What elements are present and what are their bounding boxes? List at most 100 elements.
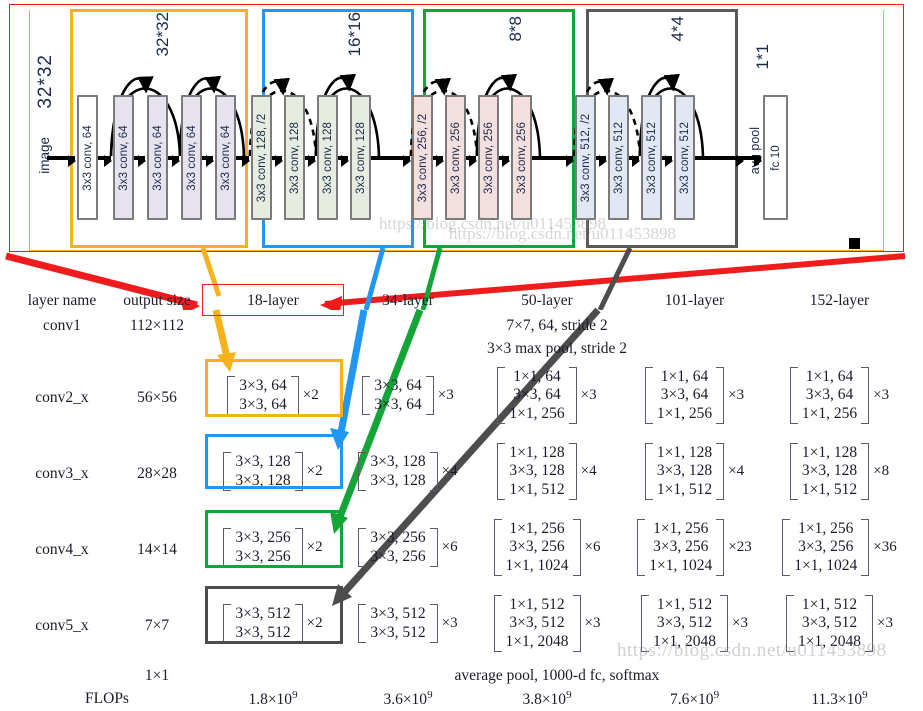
cell-layer-name	[12, 664, 112, 687]
resnet-architecture-diagram: image 32*32 32*32 16*16 8*8 4*4 1*1 avg …	[9, 4, 904, 254]
block-spec-line: 3×3, 128	[370, 471, 426, 489]
table-header-output-size[interactable]: output size	[112, 288, 202, 314]
block-spec-line: 1×1, 2048	[798, 632, 862, 650]
conv-block-label: 3x3 conv, 256	[515, 121, 528, 194]
cell-block-3: 1×1, 64 3×3, 64 1×1, 256 ×3	[622, 360, 767, 436]
cell-block-1: 3×3, 128 3×3, 128 ×4	[344, 436, 472, 512]
cell-layer-name: conv1	[43, 316, 81, 334]
block-spec-line: 1×1, 1024	[794, 556, 858, 574]
cell-block-2: 1×1, 256 3×3, 256 1×1, 1024 ×6	[472, 512, 622, 588]
cell-block-1: 3×3, 512 3×3, 512 ×3	[344, 588, 472, 664]
block-spec-line: 1×1, 1024	[649, 556, 713, 574]
block-spec-line: 3×3, 512	[370, 623, 426, 641]
conv-block-label: 3x3 conv, 256, /2	[416, 113, 429, 202]
block-spec-line: 3×3, 128	[656, 462, 713, 480]
block-repeat-count: ×6	[441, 539, 458, 555]
block-repeat-count: ×3	[437, 387, 454, 403]
block-spec-line: 3×3, 256	[235, 547, 291, 565]
residual-block-spec: 3×3, 512 3×3, 512 ×2	[223, 604, 323, 643]
conv-block-0: 3x3 conv, 64	[77, 95, 98, 220]
table-row: 3×3 max pool, stride 2	[12, 337, 912, 360]
flow-arrow-15	[662, 154, 673, 167]
flow-arrow-4	[236, 154, 250, 167]
cell-block-4: 1×1, 128 3×3, 128 1×1, 512 ×8	[767, 436, 912, 512]
block-spec-line: 3×3, 512	[801, 614, 858, 632]
cell-block-0: 3×3, 256 3×3, 256 ×2	[202, 512, 344, 588]
flops-value-3: 7.6×109	[622, 687, 767, 711]
block-repeat-count: ×3	[873, 387, 890, 403]
block-repeat-count: ×4	[580, 463, 597, 479]
block-spec-line: 1×1, 2048	[653, 632, 717, 650]
block-repeat-count: ×2	[306, 463, 323, 479]
block-spec-line: 1×1, 512	[509, 480, 565, 498]
flops-mantissa: 11.3×10	[811, 691, 863, 709]
conv-block-9: 3x3 conv, 256, /2	[412, 95, 433, 220]
residual-block-spec: 3×3, 256 3×3, 256 ×2	[223, 528, 323, 567]
block-spec-line: 1×1, 256	[656, 404, 713, 422]
conv-block-15: 3x3 conv, 512	[641, 95, 662, 220]
table-root: layer name output size 18-layer 34-layer 50-…	[12, 288, 912, 711]
flow-arrow-2	[168, 154, 180, 167]
conv-block-label: 3x3 conv, 64	[117, 124, 130, 191]
table-header-34-layer[interactable]: 34-layer	[344, 288, 472, 314]
block-repeat-count: ×23	[728, 539, 752, 555]
cell-block-0: 3×3, 64 3×3, 64 ×2	[202, 360, 344, 436]
cell-span-description: 7×7, 64, stride 2	[506, 316, 608, 334]
cell-layer-name: conv2_x	[35, 389, 89, 406]
cell-layer-name: conv5_x	[35, 617, 89, 634]
conv-block-label: 3x3 conv, 256	[482, 121, 495, 194]
residual-block-spec: 3×3, 128 3×3, 128 ×4	[358, 452, 458, 491]
block-spec-line: 1×1, 2048	[505, 632, 569, 650]
conv-block-13: 3x3 conv, 512, /2	[575, 95, 596, 220]
block-spec-line: 3×3, 64	[374, 395, 422, 413]
table-header-18-layer[interactable]: 18-layer	[202, 288, 344, 314]
cell-block-4: 1×1, 64 3×3, 64 1×1, 256 ×3	[767, 360, 912, 436]
residual-block-spec: 1×1, 128 3×3, 128 1×1, 512 ×8	[789, 443, 889, 500]
block-spec-line: 3×3, 512	[235, 623, 291, 641]
conv-block-16: 3x3 conv, 512	[674, 95, 695, 220]
conv-block-label: 3x3 conv, 64	[219, 124, 232, 191]
cell-block-2: 1×1, 128 3×3, 128 1×1, 512 ×4	[472, 436, 622, 512]
block-spec-line: 1×1, 256	[653, 520, 709, 538]
block-repeat-count: ×3	[441, 615, 458, 631]
table-row: 1×1 average pool, 1000-d fc, softmax	[12, 664, 912, 687]
cell-block-0: 3×3, 128 3×3, 128 ×2	[202, 436, 344, 512]
block-repeat-count: ×4	[728, 463, 745, 479]
residual-block-spec: 1×1, 256 3×3, 256 1×1, 1024 ×6	[493, 519, 601, 576]
table-header-layer-name[interactable]: layer name	[12, 288, 112, 314]
block-spec-line: 1×1, 64	[513, 368, 561, 386]
flow-arrow-11	[499, 154, 510, 167]
cell-block-3: 1×1, 256 3×3, 256 1×1, 1024 ×23	[622, 512, 767, 588]
residual-block-spec: 3×3, 64 3×3, 64 ×2	[227, 376, 319, 415]
table-header-50-layer[interactable]: 50-layer	[472, 288, 622, 314]
cell-block-0: 3×3, 512 3×3, 512 ×2	[202, 588, 344, 664]
residual-block-spec: 3×3, 256 3×3, 256 ×6	[358, 528, 458, 567]
table-row: conv2_x 56×56 3×3, 64 3×3, 64 ×2 3×3, 64 3×3, …	[12, 360, 912, 436]
residual-block-spec: 1×1, 64 3×3, 64 1×1, 256 ×3	[644, 367, 744, 424]
conv-block-12: 3x3 conv, 256	[511, 95, 532, 220]
conv-block-8: 3x3 conv, 128	[350, 95, 371, 220]
conv-block-label: 3x3 conv, 512	[645, 121, 658, 194]
block-spec-line: 1×1, 512	[509, 596, 565, 614]
block-spec-line: 3×3, 128	[370, 453, 426, 471]
cell-output-size: 56×56	[137, 389, 177, 406]
block-spec-line: 3×3, 512	[370, 605, 426, 623]
resnet-config-table: layer name output size 18-layer 34-layer 50-…	[12, 284, 912, 711]
residual-block-spec: 3×3, 64 3×3, 64 ×3	[362, 376, 454, 415]
block-spec-line: 3×3, 512	[656, 614, 713, 632]
block-repeat-count: ×6	[584, 539, 601, 555]
cell-output-size: 1×1	[144, 666, 170, 684]
conv-block-label: 3x3 conv, 512, /2	[579, 113, 592, 202]
block-spec-line: 3×3, 128	[801, 462, 858, 480]
flow-arrow-0	[98, 154, 112, 167]
flow-arrow-14	[629, 154, 640, 167]
table-header-101-layer[interactable]: 101-layer	[622, 288, 767, 314]
table-row: conv3_x 28×28 3×3, 128 3×3, 128 ×2 3×3, 128 3×…	[12, 436, 912, 512]
cell-span-description: 3×3 max pool, stride 2	[486, 339, 628, 357]
cell-layer-name: conv3_x	[35, 465, 89, 482]
block-repeat-count: ×3	[732, 615, 748, 631]
block-spec-line: 3×3, 256	[798, 538, 854, 556]
table-header-152-layer[interactable]: 152-layer	[767, 288, 912, 314]
block-spec-line: 3×3, 64	[805, 386, 854, 404]
conv-block-label: 3x3 conv, 512	[612, 121, 625, 194]
